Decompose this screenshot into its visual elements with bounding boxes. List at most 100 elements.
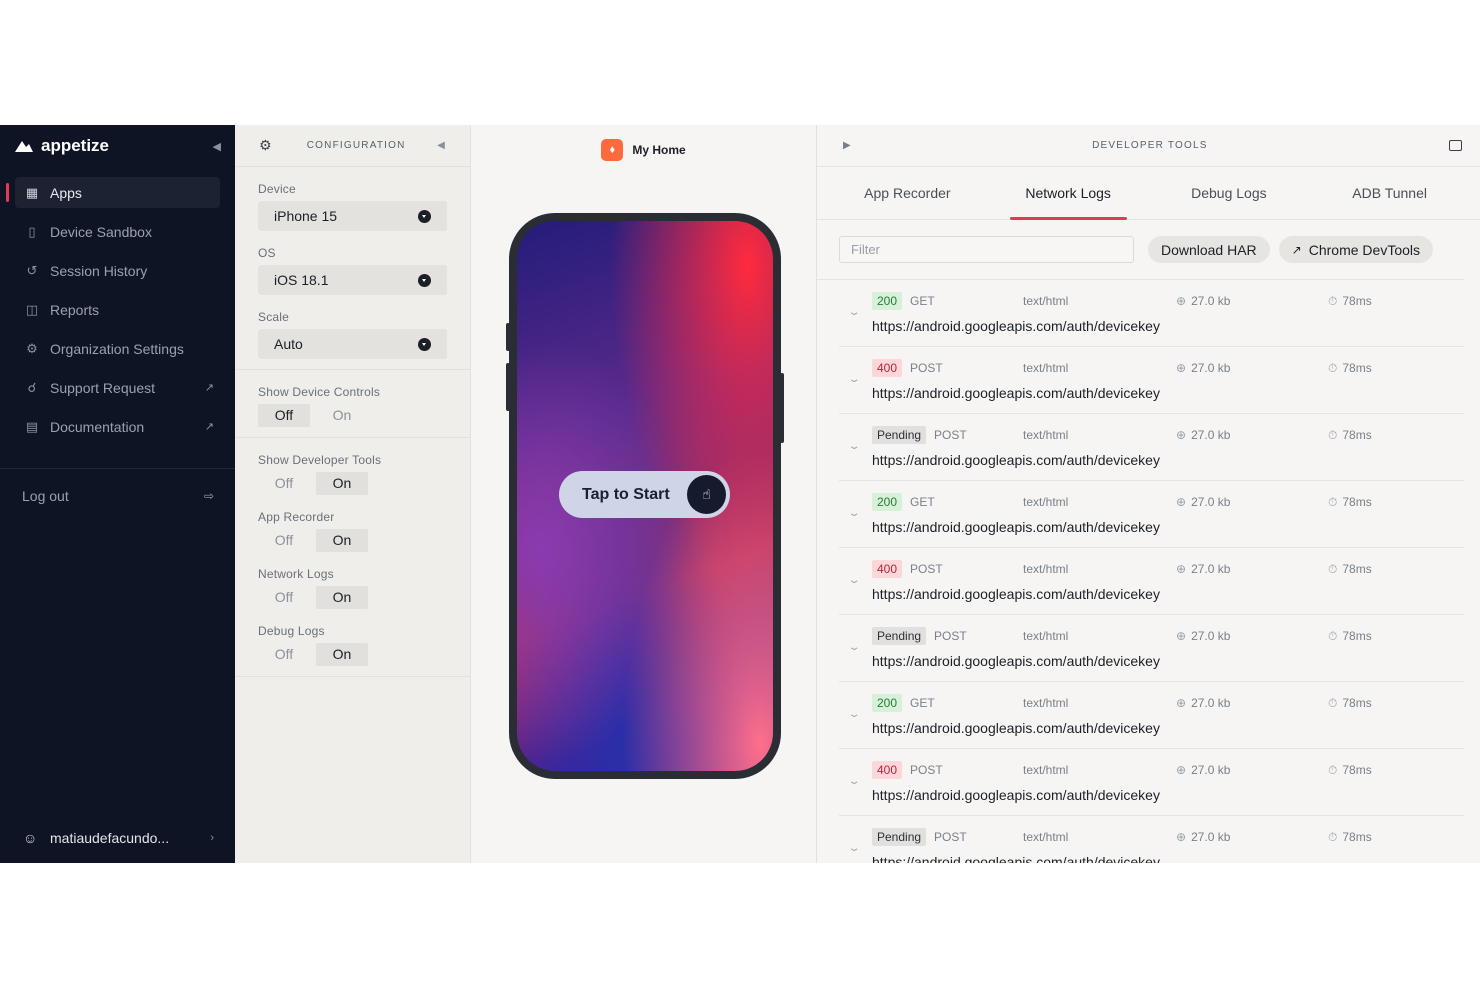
status-badge: Pending: [872, 426, 927, 444]
request-url[interactable]: https://android.googleapis.com/auth/devi…: [872, 854, 1160, 863]
request-url[interactable]: https://android.googleapis.com/auth/devi…: [872, 653, 1160, 669]
time-value: 78ms: [1342, 494, 1372, 509]
toggle-on[interactable]: On: [316, 404, 368, 427]
download-size-icon: ⊕: [1176, 830, 1187, 844]
network-log-list: ⌄ 200 GET text/html ⊕ 27.0 kb ⏱ 78ms https://and…: [817, 280, 1480, 863]
content-type: text/html: [1023, 294, 1069, 308]
download-size-icon: ⊕: [1176, 696, 1187, 710]
tab-adb-tunnel[interactable]: ADB Tunnel: [1309, 167, 1470, 219]
response-time: ⏱ 78ms: [1328, 294, 1372, 309]
sidebar-item-apps[interactable]: ▦ Apps: [6, 177, 220, 208]
device-select[interactable]: iPhone 15: [258, 201, 447, 231]
download-size-icon: ⊕: [1176, 361, 1187, 375]
chevron-down-icon[interactable]: ⌄: [847, 776, 860, 787]
tab-debug-logs[interactable]: Debug Logs: [1149, 167, 1310, 219]
network-toolbar: Filter Download HAR ↗ Chrome DevTools: [817, 220, 1464, 280]
brand-name: appetize: [41, 136, 110, 155]
toggle-on[interactable]: On: [316, 586, 368, 609]
device-field: Device iPhone 15 OS iOS 18.1 Scale Auto: [235, 182, 470, 359]
toggle-on[interactable]: On: [316, 643, 368, 666]
network-logs-toggle: Off On: [258, 586, 447, 609]
network-log-row[interactable]: ⌄ 200 GET text/html ⊕ 27.0 kb ⏱ 78ms https://and…: [839, 481, 1464, 548]
tab-app-recorder[interactable]: App Recorder: [827, 167, 988, 219]
network-log-row[interactable]: ⌄ 200 GET text/html ⊕ 27.0 kb ⏱ 78ms https://and…: [839, 280, 1464, 347]
popout-window-icon[interactable]: [1449, 140, 1462, 151]
request-url[interactable]: https://android.googleapis.com/auth/devi…: [872, 787, 1160, 803]
os-select[interactable]: iOS 18.1: [258, 265, 447, 295]
http-method: POST: [910, 361, 943, 375]
sidebar-item-support-request[interactable]: ☌ Support Request ↗: [15, 372, 220, 403]
user-menu[interactable]: ☺ matiaudefacundo... ›: [15, 825, 220, 851]
time-value: 78ms: [1342, 829, 1372, 844]
chevron-down-icon[interactable]: ⌄: [847, 709, 860, 720]
toggle-off[interactable]: Off: [258, 529, 310, 552]
sidebar-item-documentation[interactable]: ▤ Documentation ↗: [15, 411, 220, 442]
download-size-icon: ⊕: [1176, 629, 1187, 643]
chrome-devtools-button[interactable]: ↗ Chrome DevTools: [1278, 236, 1433, 263]
app-name: My Home: [632, 143, 686, 157]
download-har-button[interactable]: Download HAR: [1147, 236, 1270, 263]
toggle-off[interactable]: Off: [258, 586, 310, 609]
sidebar-item-session-history[interactable]: ↺ Session History: [15, 255, 220, 286]
app-recorder-toggle: Off On: [258, 529, 447, 552]
request-url[interactable]: https://android.googleapis.com/auth/devi…: [872, 385, 1160, 401]
chevron-down-icon[interactable]: ⌄: [847, 843, 860, 854]
toggle-on[interactable]: On: [316, 529, 368, 552]
network-log-row[interactable]: ⌄ Pending POST text/html ⊕ 27.0 kb ⏱ 78ms https:…: [839, 816, 1464, 863]
chevron-down-icon[interactable]: ⌄: [847, 575, 860, 586]
inbox-icon: ◫: [25, 301, 39, 317]
chevron-down-icon[interactable]: ⌄: [847, 508, 860, 519]
collapse-config-icon[interactable]: ◀: [437, 140, 446, 151]
download-size-icon: ⊕: [1176, 562, 1187, 576]
network-log-row[interactable]: ⌄ Pending POST text/html ⊕ 27.0 kb ⏱ 78ms https:…: [839, 615, 1464, 682]
filter-input[interactable]: Filter: [839, 236, 1134, 263]
chevron-down-icon[interactable]: ⌄: [847, 307, 860, 318]
request-url[interactable]: https://android.googleapis.com/auth/devi…: [872, 318, 1160, 334]
scale-select[interactable]: Auto: [258, 329, 447, 359]
network-log-row[interactable]: ⌄ 200 GET text/html ⊕ 27.0 kb ⏱ 78ms https://and…: [839, 682, 1464, 749]
chevron-down-icon[interactable]: ⌄: [847, 441, 860, 452]
content-type: text/html: [1023, 495, 1069, 509]
network-log-row[interactable]: ⌄ 400 POST text/html ⊕ 27.0 kb ⏱ 78ms https://an…: [839, 749, 1464, 816]
toggle-off[interactable]: Off: [258, 404, 310, 427]
request-url[interactable]: https://android.googleapis.com/auth/devi…: [872, 519, 1160, 535]
time-value: 78ms: [1342, 628, 1372, 643]
network-log-row[interactable]: ⌄ 400 POST text/html ⊕ 27.0 kb ⏱ 78ms https://an…: [839, 548, 1464, 615]
sidebar-item-reports[interactable]: ◫ Reports: [15, 294, 220, 325]
sidebar-item-organization-settings[interactable]: ⚙ Organization Settings: [15, 333, 220, 364]
os-label: OS: [258, 246, 276, 260]
toggle-on[interactable]: On: [316, 472, 368, 495]
toggle-off[interactable]: Off: [258, 472, 310, 495]
tap-to-start-label: Tap to Start: [582, 485, 670, 503]
chevron-down-icon[interactable]: ⌄: [847, 374, 860, 385]
tap-to-start-button[interactable]: Tap to Start ☝: [559, 471, 730, 518]
network-log-row[interactable]: ⌄ 400 POST text/html ⊕ 27.0 kb ⏱ 78ms https://an…: [839, 347, 1464, 414]
network-log-row[interactable]: ⌄ Pending POST text/html ⊕ 27.0 kb ⏱ 78ms https:…: [839, 414, 1464, 481]
collapse-sidebar-icon[interactable]: ◀: [213, 140, 221, 153]
status-badge: Pending: [872, 627, 927, 645]
request-url[interactable]: https://android.googleapis.com/auth/devi…: [872, 720, 1160, 736]
time-value: 78ms: [1342, 360, 1372, 375]
sidebar-item-device-sandbox[interactable]: ▯ Device Sandbox: [15, 216, 220, 247]
toggle-off[interactable]: Off: [258, 643, 310, 666]
chevron-down-icon[interactable]: ⌄: [847, 642, 860, 653]
configuration-header: ⚙ CONFIGURATION ◀: [235, 125, 470, 167]
logout-button[interactable]: Log out ⇨: [15, 483, 220, 509]
size-value: 27.0 kb: [1191, 495, 1231, 509]
response-size: ⊕ 27.0 kb: [1176, 495, 1230, 509]
phone-icon: ▯: [28, 223, 36, 239]
content-type: text/html: [1023, 696, 1069, 710]
device-screen[interactable]: Tap to Start ☝: [517, 221, 773, 771]
brand[interactable]: appetize ◀: [0, 125, 235, 167]
devtools-tabs: App Recorder Network Logs Debug Logs ADB…: [817, 167, 1480, 220]
download-size-icon: ⊕: [1176, 763, 1187, 777]
content-type: text/html: [1023, 361, 1069, 375]
request-url[interactable]: https://android.googleapis.com/auth/devi…: [872, 452, 1160, 468]
log-meta: 200 GET text/html ⊕ 27.0 kb ⏱ 78ms: [872, 694, 1464, 712]
request-url[interactable]: https://android.googleapis.com/auth/devi…: [872, 586, 1160, 602]
log-meta: 400 POST text/html ⊕ 27.0 kb ⏱ 78ms: [872, 359, 1464, 377]
tab-network-logs[interactable]: Network Logs: [988, 167, 1149, 220]
phone-frame: Tap to Start ☝: [506, 213, 784, 779]
response-size: ⊕ 27.0 kb: [1176, 696, 1230, 710]
expand-panel-icon[interactable]: ▶: [843, 140, 851, 151]
